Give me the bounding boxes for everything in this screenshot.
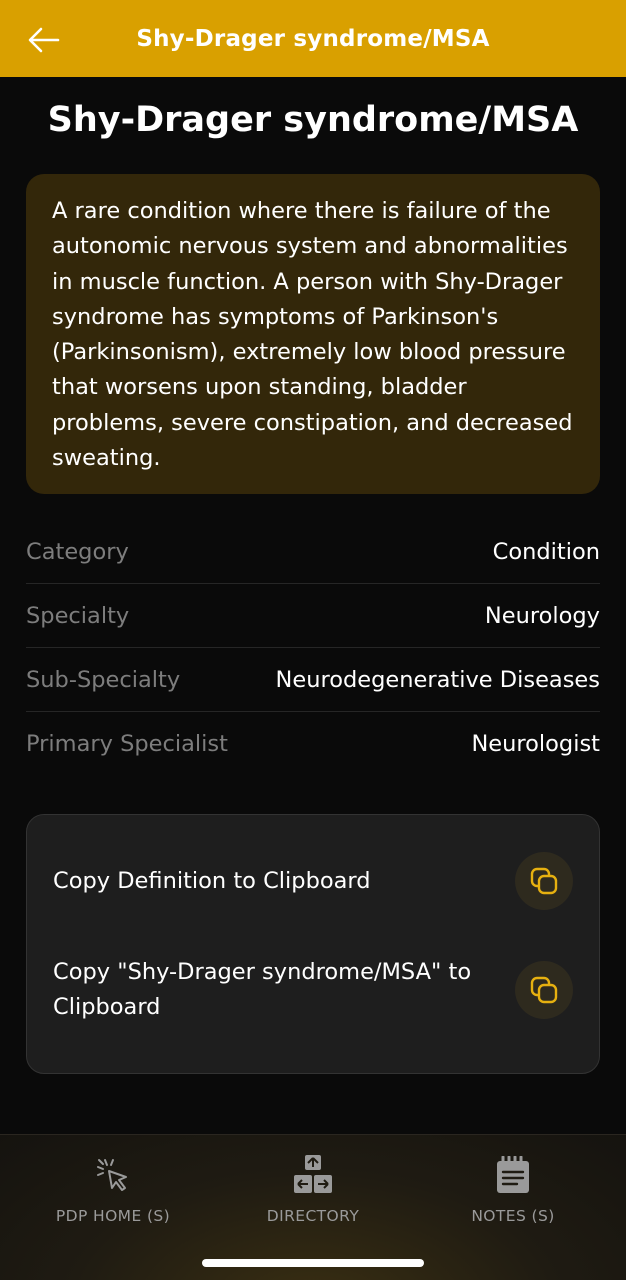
copy-icon	[530, 976, 558, 1004]
action-label: Copy "Shy-Drager syndrome/MSA" to Clipbo…	[53, 959, 472, 1020]
arrow-left-icon	[28, 27, 60, 53]
top-app-bar: Shy-Drager syndrome/MSA	[0, 0, 626, 77]
copy-icon	[530, 867, 558, 895]
detail-label: Sub-Specialty	[26, 666, 181, 693]
detail-value: Neurodegenerative Diseases	[275, 666, 600, 693]
back-button[interactable]	[24, 20, 64, 60]
copy-term-action[interactable]: Copy "Shy-Drager syndrome/MSA" to Clipbo…	[53, 955, 573, 1025]
definition-text: A rare condition where there is failure …	[52, 198, 573, 472]
home-indicator[interactable]	[202, 1259, 424, 1267]
detail-value: Condition	[492, 538, 600, 565]
definition-card: A rare condition where there is failure …	[26, 174, 600, 494]
detail-value: Neurologist	[471, 731, 600, 757]
actions-card: Copy Definition to Clipboard Copy "Shy-D…	[26, 814, 600, 1074]
nav-item-notes[interactable]: NOTES (S)	[413, 1155, 613, 1225]
action-label: Copy Definition to Clipboard	[53, 867, 371, 894]
nav-label: NOTES (S)	[471, 1207, 555, 1225]
nav-label: PDP HOME (S)	[55, 1207, 171, 1225]
cursor-click-icon	[95, 1155, 131, 1195]
copy-definition-button[interactable]	[515, 852, 573, 910]
detail-label: Category	[26, 538, 129, 565]
nav-label: DIRECTORY	[266, 1207, 360, 1225]
header-title: Shy-Drager syndrome/MSA	[136, 25, 490, 52]
nav-item-pdp-home[interactable]: PDP HOME (S)	[13, 1155, 213, 1225]
arrow-keys-icon	[293, 1155, 333, 1195]
page-title: Shy-Drager syndrome/MSA	[47, 100, 579, 140]
detail-row-primary-specialist: Primary Specialist Neurologist	[26, 712, 600, 776]
detail-label: Specialty	[26, 602, 130, 629]
detail-label: Primary Specialist	[26, 731, 228, 757]
detail-row-sub-specialty: Sub-Specialty Neurodegenerative Diseases	[26, 648, 600, 712]
nav-item-directory[interactable]: DIRECTORY	[213, 1155, 413, 1225]
notepad-icon	[495, 1155, 531, 1195]
detail-row-specialty: Specialty Neurology	[26, 584, 600, 648]
detail-row-category: Category Condition	[26, 520, 600, 584]
details-table: Category Condition Specialty Neurology S…	[26, 520, 600, 776]
copy-definition-action[interactable]: Copy Definition to Clipboard	[53, 851, 573, 911]
detail-value: Neurology	[484, 602, 600, 629]
copy-term-button[interactable]	[515, 961, 573, 1019]
